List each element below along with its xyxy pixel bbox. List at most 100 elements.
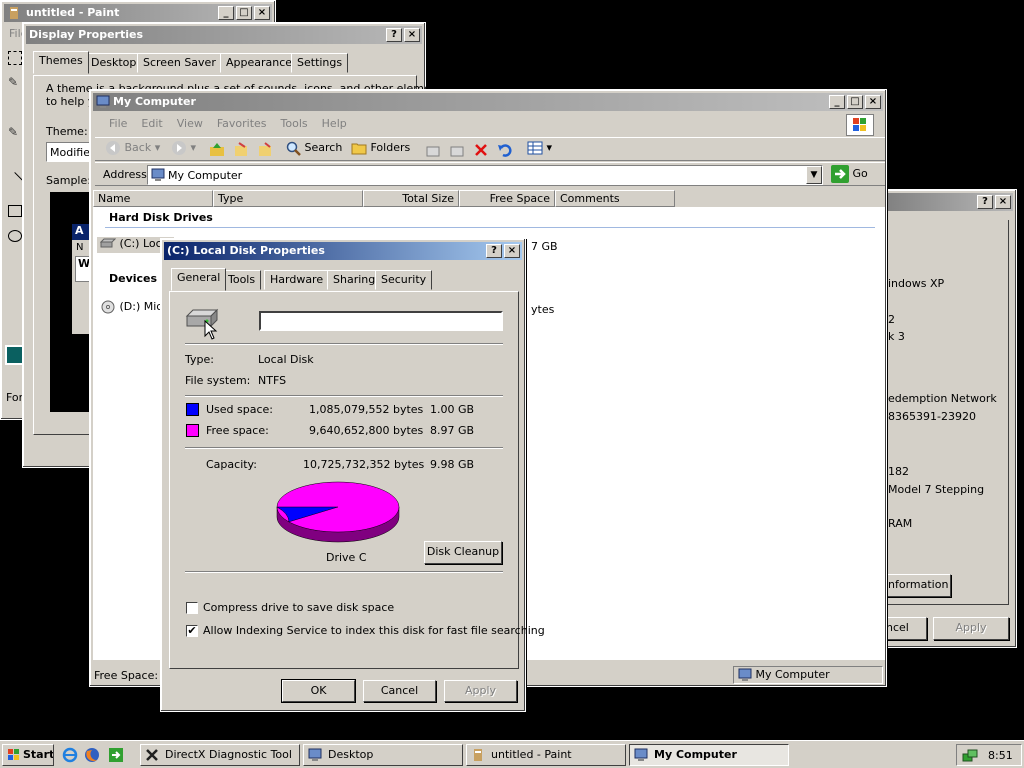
disk-properties-titlebar[interactable]: (C:) Local Disk Properties ? × [164,242,522,260]
maximize-button[interactable]: □ [847,95,863,109]
close-button[interactable]: × [504,244,520,258]
tab-sharing[interactable]: Sharing [327,270,382,290]
apply-button[interactable]: Apply [444,680,517,702]
maximize-button[interactable]: □ [236,6,252,20]
group-hdd-divider [105,227,875,228]
indexing-label[interactable]: Allow Indexing Service to index this dis… [203,624,545,637]
menu-view[interactable]: View [177,117,203,130]
minimize-button[interactable]: _ [829,95,845,109]
paint-titlebar[interactable]: untitled - Paint _ □ × [4,4,272,22]
menu-favorites[interactable]: Favorites [217,117,267,130]
general-tab-panel: Type: Local Disk File system: NTFS Used … [169,291,545,669]
taskbar-item-paint[interactable]: untitled - Paint [466,744,626,766]
help-button[interactable]: ? [977,195,993,209]
tab-security[interactable]: Security [375,270,433,290]
tab-themes[interactable]: Themes [33,51,89,74]
show-desktop-icon[interactable] [108,747,124,763]
go-button[interactable]: Go [831,165,868,183]
disk-properties-title: (C:) Local Disk Properties [167,244,325,257]
start-button[interactable]: Start [2,744,54,766]
move-folder-icon[interactable] [425,142,441,158]
help-button[interactable]: ? [486,244,502,258]
free-space-label: Free space: [206,424,269,437]
taskbar-item-label: My Computer [654,748,737,761]
cancel-button[interactable]: Cancel [363,680,436,702]
close-button[interactable]: × [995,195,1011,209]
taskbar-item-dxdiag[interactable]: DirectX Diagnostic Tool [140,744,300,766]
tab-appearance[interactable]: Appearance [220,53,299,73]
forward-button[interactable]: ▾ [171,140,196,156]
ellipse-tool-icon[interactable] [8,230,22,242]
firefox-icon[interactable] [84,747,100,763]
volume-label-input[interactable] [259,311,503,331]
menu-help[interactable]: Help [322,117,347,130]
delete-icon[interactable] [473,142,489,158]
status-location: My Computer [755,668,830,681]
my-computer-titlebar[interactable]: My Computer _ □ × [93,93,883,111]
clock[interactable]: 8:51 [988,749,1013,762]
rect-tool-icon[interactable] [8,205,22,217]
column-name[interactable]: Name [93,190,213,207]
disk-cleanup-button[interactable]: Disk Cleanup [424,541,502,564]
divider-4 [185,571,503,573]
menu-edit[interactable]: Edit [141,117,162,130]
display-icon [308,748,322,761]
menu-tools[interactable]: Tools [281,117,308,130]
close-button[interactable]: × [865,95,881,109]
tab-tools[interactable]: Tools [222,270,262,290]
pencil-tool-icon[interactable]: ✎ [8,75,22,89]
back-button[interactable]: Back ▾ [105,140,160,156]
menu-file[interactable]: File [109,117,127,130]
tab-general[interactable]: General [171,268,227,291]
tab-desktop[interactable]: Desktop [85,53,143,73]
taskbar-item-desktop[interactable]: Desktop [303,744,463,766]
copy-folder-icon[interactable] [449,142,465,158]
address-field[interactable]: My Computer ▼ [147,165,823,185]
dxdiag-titlebar[interactable]: ? × [884,193,1013,211]
used-space-gb: 1.00 GB [430,403,475,416]
tab-hardware[interactable]: Hardware [264,270,330,290]
dxdiag-panel: indows XP 2 k 3 edemption Network 836539… [881,220,1009,605]
column-comments[interactable]: Comments [555,190,675,207]
close-button[interactable]: × [404,28,420,42]
indexing-checkbox[interactable]: ✔ [186,625,198,637]
column-type[interactable]: Type [213,190,363,207]
tab-settings[interactable]: Settings [291,53,349,73]
column-total-size[interactable]: Total Size [363,190,459,207]
minimize-button[interactable]: _ [218,6,234,20]
dxdiag-apply-button[interactable]: Apply [933,617,1009,640]
folders-icon [351,143,367,155]
brush-tool-icon[interactable]: ✎ [8,125,22,139]
system-information-button[interactable]: nformation [885,574,951,597]
search-button[interactable]: Search [285,140,342,156]
network-tray-icon[interactable] [962,748,978,764]
undo-icon[interactable] [497,142,513,158]
taskbar-item-label: Desktop [328,748,374,761]
copy-to-icon[interactable] [257,142,273,158]
column-free-space[interactable]: Free Space [459,190,555,207]
display-properties-titlebar[interactable]: Display Properties ? × [26,26,422,44]
compress-checkbox[interactable] [186,602,198,614]
compress-label[interactable]: Compress drive to save disk space [203,601,394,614]
views-button[interactable]: ▾ [527,140,552,156]
close-button[interactable]: × [254,6,270,20]
go-arrow-icon [831,165,849,183]
tab-screen-saver[interactable]: Screen Saver [137,53,222,73]
folders-button[interactable]: Folders [351,140,410,156]
cd-drive-icon [101,300,115,314]
capacity-gb: 9.98 GB [430,458,475,471]
ie-icon[interactable] [62,747,78,763]
back-arrow-icon [106,141,120,155]
address-computer-icon [151,168,165,181]
ok-button[interactable]: OK [281,679,356,703]
up-folder-icon[interactable] [209,142,225,158]
help-button[interactable]: ? [386,28,402,42]
move-to-icon[interactable] [233,142,249,158]
sample-label: Sample: [46,174,91,187]
taskbar-item-my-computer[interactable]: My Computer [629,744,789,766]
used-space-bytes: 1,085,079,552 bytes [309,403,424,416]
dxdiag-cancel-button[interactable]: ncel [885,617,927,640]
address-dropdown-button[interactable]: ▼ [806,166,822,184]
dxdiag-line-3: k 3 [888,330,905,343]
select-tool-icon[interactable] [8,51,22,65]
